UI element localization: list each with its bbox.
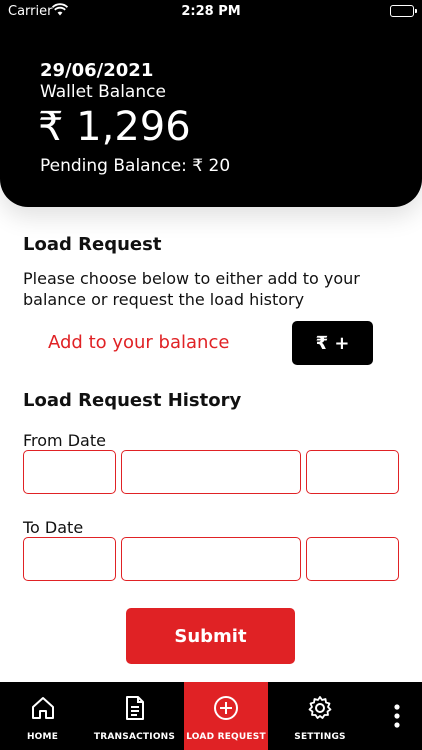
load-request-title: Load Request (23, 234, 162, 255)
nav-transactions[interactable]: TRANSACTIONS (85, 682, 184, 750)
load-request-description: Please choose below to either add to you… (23, 269, 360, 309)
submit-button[interactable]: Submit (126, 608, 295, 664)
nav-settings[interactable]: SETTINGS (268, 682, 372, 750)
balance-date: 29/06/2021 (40, 60, 154, 81)
from-date-label: From Date (23, 431, 106, 450)
from-month-input[interactable] (121, 450, 301, 494)
wallet-balance-amount: ₹ 1,296 (38, 104, 191, 150)
add-balance-button[interactable]: ₹ + (292, 321, 373, 365)
from-day-input[interactable] (23, 450, 116, 494)
to-day-input[interactable] (23, 537, 116, 581)
plus-circle-icon (212, 694, 240, 722)
battery-icon (390, 5, 417, 17)
to-year-input[interactable] (306, 537, 399, 581)
more-vertical-icon (393, 702, 401, 730)
nav-transactions-label: TRANSACTIONS (93, 732, 176, 742)
to-date-label: To Date (23, 518, 84, 537)
nav-settings-label: SETTINGS (294, 732, 346, 742)
wallet-header: 29/06/2021 Wallet Balance ₹ 1,296 Pendin… (0, 0, 422, 207)
to-month-input[interactable] (121, 537, 301, 581)
nav-home-label: HOME (26, 732, 59, 742)
nav-load-request[interactable]: LOAD REQUEST (184, 682, 268, 750)
bottom-nav: HOME TRANSACTIONS LOAD REQUEST SETTINGS (0, 682, 422, 750)
gear-icon (306, 694, 334, 722)
history-title: Load Request History (23, 390, 242, 411)
document-icon (122, 694, 148, 722)
status-time: 2:28 PM (181, 4, 241, 19)
status-bar: Carrier 2:28 PM (0, 0, 422, 24)
home-icon (29, 694, 57, 722)
nav-home[interactable]: HOME (0, 682, 85, 750)
nav-load-request-label: LOAD REQUEST (186, 732, 266, 742)
pending-balance: Pending Balance: ₹ 20 (40, 156, 231, 176)
add-balance-link[interactable]: Add to your balance (48, 332, 229, 353)
nav-more[interactable] (372, 682, 422, 750)
wallet-balance-label: Wallet Balance (40, 82, 166, 102)
from-year-input[interactable] (306, 450, 399, 494)
